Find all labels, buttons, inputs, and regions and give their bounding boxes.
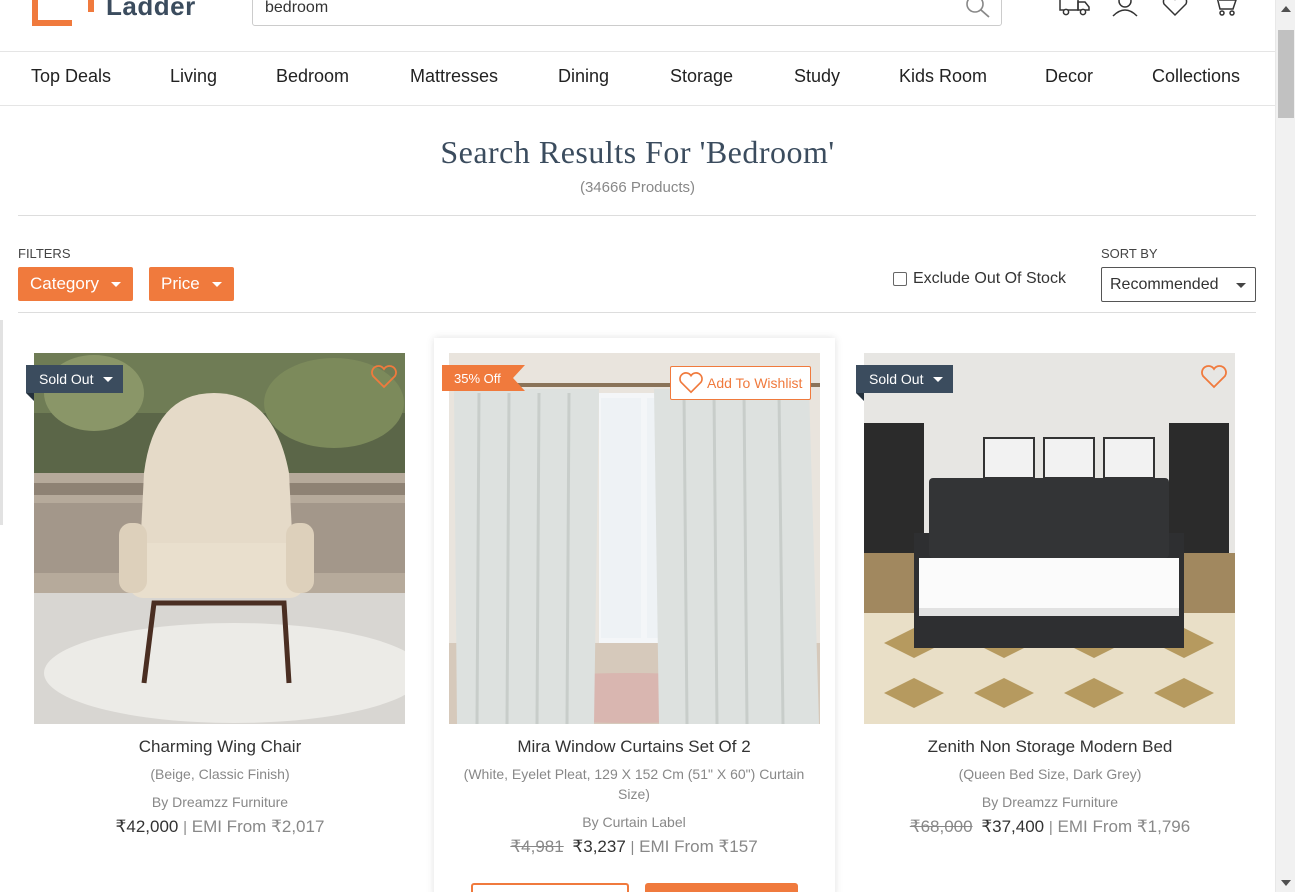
emi-text: EMI From ₹1,796 xyxy=(1057,817,1191,836)
price-filter-button[interactable]: Price xyxy=(149,267,234,301)
exclude-out-of-stock-label: Exclude Out Of Stock xyxy=(913,270,1066,287)
nav-living[interactable]: Living xyxy=(170,66,217,87)
divider xyxy=(18,215,1256,216)
product-description: (Queen Bed Size, Dark Grey) xyxy=(958,766,1142,782)
product-price: ₹68,000 ₹37,400 | EMI From ₹1,796 xyxy=(850,817,1250,837)
nav-bedroom[interactable]: Bedroom xyxy=(276,66,349,87)
secondary-action-button[interactable] xyxy=(471,883,629,892)
truck-icon[interactable] xyxy=(1058,0,1092,20)
nav-kids-room[interactable]: Kids Room xyxy=(899,66,987,87)
scroll-down-arrow-icon[interactable] xyxy=(1281,880,1291,886)
scrollbar-thumb[interactable] xyxy=(1278,30,1294,118)
product-image[interactable] xyxy=(449,353,820,724)
user-icon[interactable] xyxy=(1108,0,1142,20)
current-price: ₹37,400 xyxy=(981,817,1045,836)
price-filter-label: Price xyxy=(161,274,200,293)
page-title: Search Results For 'Bedroom' xyxy=(440,134,835,170)
caret-down-icon xyxy=(211,281,222,287)
price-separator: | xyxy=(1048,819,1053,836)
site-header: Ladder xyxy=(0,0,1275,52)
filters-label: FILTERS xyxy=(18,246,71,261)
brand-logo[interactable]: Ladder xyxy=(30,0,196,26)
original-price: ₹4,981 xyxy=(510,837,564,856)
add-to-wishlist-label: Add To Wishlist xyxy=(707,375,803,391)
badge-label: Sold Out xyxy=(869,371,924,387)
side-panel-edge xyxy=(0,320,3,525)
current-price: ₹42,000 xyxy=(115,817,179,836)
caret-down-icon xyxy=(103,376,114,382)
heart-icon xyxy=(679,372,703,394)
emi-text: EMI From ₹2,017 xyxy=(191,817,325,836)
scroll-up-arrow-icon[interactable] xyxy=(1281,6,1291,12)
exclude-out-of-stock[interactable]: Exclude Out Of Stock xyxy=(893,270,1066,288)
emi-text: EMI From ₹157 xyxy=(639,837,758,856)
product-price: ₹42,000 | EMI From ₹2,017 xyxy=(20,817,420,837)
wishlist-heart-icon[interactable] xyxy=(1201,365,1227,389)
add-to-wishlist-button[interactable]: Add To Wishlist xyxy=(670,366,812,400)
price-separator: | xyxy=(630,839,635,856)
cart-icon[interactable] xyxy=(1208,0,1242,20)
search-bar xyxy=(252,0,1002,26)
sort-selected-value: Recommended xyxy=(1110,275,1219,293)
sold-out-badge[interactable]: Sold Out xyxy=(856,365,954,401)
price-separator: | xyxy=(183,819,187,836)
product-description: (Beige, Classic Finish) xyxy=(150,766,290,782)
category-nav: Top Deals Living Bedroom Mattresses Dini… xyxy=(0,52,1275,106)
product-card[interactable]: 35% Off Add To Wishlist Mira Window Curt… xyxy=(434,338,835,892)
wishlist-heart-icon[interactable] xyxy=(1158,0,1192,20)
product-name[interactable]: Zenith Non Storage Modern Bed xyxy=(850,737,1250,757)
nav-storage[interactable]: Storage xyxy=(670,66,733,87)
caret-down-icon xyxy=(1236,283,1246,288)
product-brand: By Curtain Label xyxy=(582,814,686,830)
product-brand: By Dreamzz Furniture xyxy=(151,794,289,810)
primary-action-button[interactable] xyxy=(645,883,798,892)
search-icon[interactable] xyxy=(963,0,991,19)
category-filter-button[interactable]: Category xyxy=(18,267,133,301)
sold-out-badge[interactable]: Sold Out xyxy=(26,365,124,401)
product-image[interactable] xyxy=(864,353,1235,724)
product-image[interactable] xyxy=(34,353,405,724)
nav-top-deals[interactable]: Top Deals xyxy=(31,66,111,87)
header-icons xyxy=(1058,0,1258,20)
product-name[interactable]: Mira Window Curtains Set Of 2 xyxy=(434,737,834,757)
logo-mark-icon xyxy=(30,0,94,26)
caret-down-icon xyxy=(933,376,944,382)
product-price: ₹4,981 ₹3,237 | EMI From ₹157 xyxy=(434,837,834,857)
exclude-out-of-stock-checkbox[interactable] xyxy=(893,272,907,286)
category-filter-label: Category xyxy=(30,274,99,293)
search-input[interactable] xyxy=(253,0,933,23)
badge-label: Sold Out xyxy=(39,371,94,387)
nav-study[interactable]: Study xyxy=(794,66,840,87)
product-brand: By Dreamzz Furniture xyxy=(981,794,1119,810)
discount-badge: 35% Off xyxy=(442,365,525,391)
page-scrollbar[interactable] xyxy=(1275,0,1295,892)
original-price: ₹68,000 xyxy=(909,817,973,836)
product-name[interactable]: Charming Wing Chair xyxy=(20,737,420,757)
divider xyxy=(18,312,1256,313)
nav-decor[interactable]: Decor xyxy=(1045,66,1093,87)
product-card[interactable]: Sold Out Charming Wing Chair (Beige, Cla… xyxy=(18,338,422,858)
product-description: (White, Eyelet Pleat, 129 X 152 Cm (51" … xyxy=(463,766,805,802)
nav-collections[interactable]: Collections xyxy=(1152,66,1240,87)
results-count: (34666 Products) xyxy=(579,179,696,196)
sort-label: SORT BY xyxy=(1101,246,1158,261)
sort-dropdown[interactable]: Recommended xyxy=(1101,267,1256,302)
current-price: ₹3,237 xyxy=(572,837,626,856)
nav-mattresses[interactable]: Mattresses xyxy=(410,66,498,87)
brand-name: Ladder xyxy=(106,0,196,21)
wishlist-heart-icon[interactable] xyxy=(371,365,397,389)
caret-down-icon xyxy=(110,281,121,287)
product-card[interactable]: Sold Out Zenith Non Storage Modern Bed (… xyxy=(848,338,1252,858)
nav-dining[interactable]: Dining xyxy=(558,66,609,87)
